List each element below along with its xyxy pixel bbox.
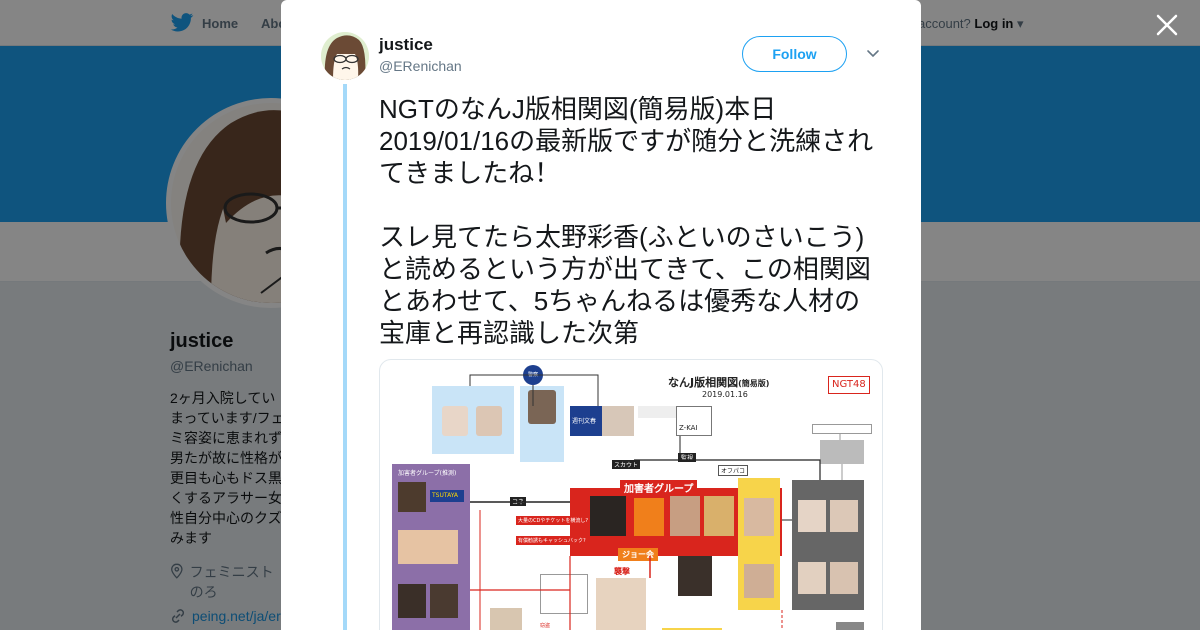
follow-button[interactable]: Follow [742, 36, 847, 72]
thread-line [343, 84, 347, 630]
author-avatar-illustration [321, 32, 369, 80]
tweet-author-handle[interactable]: @ERenichan [379, 58, 462, 74]
tweet-author-avatar[interactable] [321, 32, 369, 80]
tweet-media-image[interactable]: なんJ版相関図(簡易版) 2019.01.16 NGT48 警察 週刊文春 Z-… [379, 359, 883, 630]
connection-lines [469, 374, 843, 630]
chevron-down-icon[interactable] [865, 46, 881, 62]
tweet-modal: justice @ERenichan Follow NGTのなんJ版相関図(簡易… [281, 0, 921, 630]
tweet-text: NGTのなんJ版相関図(簡易版)本日2019/01/16の最新版ですが随分と洗練… [379, 94, 874, 348]
close-modal-button[interactable] [1154, 12, 1180, 38]
tweet-author-name[interactable]: justice [379, 35, 433, 55]
close-icon [1156, 14, 1178, 36]
